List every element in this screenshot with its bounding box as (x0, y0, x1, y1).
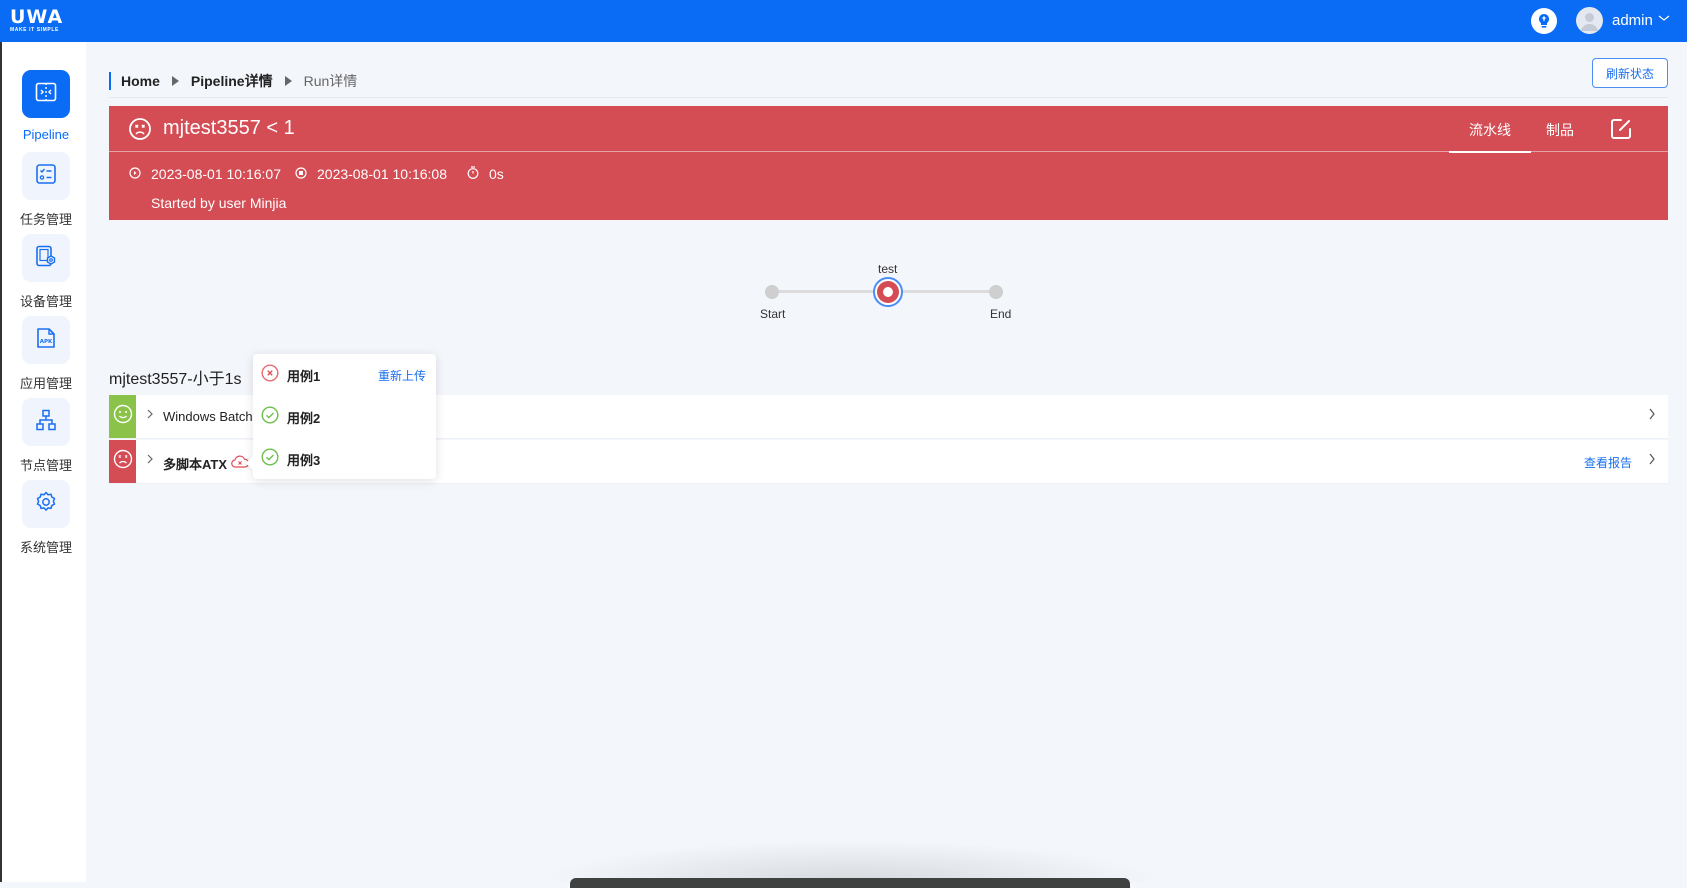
play-circle-icon (129, 166, 141, 182)
error-circle-icon (261, 363, 279, 387)
job-name: Windows Batch (163, 409, 253, 424)
sidebar-item-pipeline[interactable]: Pipeline (16, 70, 76, 142)
sidebar-item-label: 应用管理 (19, 376, 72, 391)
run-header: mjtest3557 < 1 流水线 制品 2023-08-01 10:16:0… (109, 106, 1668, 220)
sidebar-item-label: 节点管理 (19, 458, 72, 473)
case-name: 用例3 (287, 452, 321, 468)
started-by: Started by user Minjia (151, 195, 287, 211)
nav-tile: APK (22, 316, 70, 364)
tab-artifacts[interactable]: 制品 (1546, 120, 1574, 140)
sidebar-item-label: 系统管理 (19, 540, 72, 555)
stage-title: mjtest3557-小于1s (109, 371, 242, 388)
tab-pipeline[interactable]: 流水线 (1449, 120, 1531, 153)
chevron-right-icon[interactable] (1648, 407, 1656, 424)
reupload-link[interactable]: 重新上传 (378, 367, 426, 384)
start-time: 2023-08-01 10:16:07 (151, 166, 281, 182)
check-circle-icon (261, 447, 279, 471)
job-status-failed (109, 440, 136, 483)
sidebar-item-label: 设备管理 (19, 294, 72, 309)
breadcrumb-pipeline-detail[interactable]: Pipeline详情 (191, 71, 273, 91)
breadcrumb-home[interactable]: Home (121, 73, 160, 89)
refresh-status-button[interactable]: 刷新状态 (1592, 58, 1668, 88)
uwa-logo[interactable]: UWA MAKE IT SIMPLE (10, 6, 70, 34)
node-label-test: test (878, 262, 898, 276)
sidebar-item-label: 任务管理 (19, 212, 72, 227)
pipeline-graph: Start test End (760, 258, 1012, 328)
nav-tile (22, 152, 70, 200)
sad-face-icon (113, 449, 133, 474)
logo-text: UWA (10, 6, 64, 28)
nav-tile (22, 398, 70, 446)
sidebar-item-apps[interactable]: APK 应用管理 (16, 316, 76, 392)
node-label-end: End (990, 307, 1012, 321)
sidebar-item-label: Pipeline (22, 127, 70, 142)
duration: 0s (489, 166, 504, 182)
run-title: mjtest3557 < 1 (163, 117, 295, 139)
case-name: 用例1 (287, 368, 321, 384)
nav-tile (22, 234, 70, 282)
breadcrumb-run-detail: Run详情 (303, 73, 358, 89)
pipeline-icon (34, 80, 58, 109)
case-item[interactable]: 用例2 (261, 405, 426, 429)
sidebar-item-system[interactable]: 系统管理 (16, 480, 76, 556)
breadcrumb: Home Pipeline详情 Run详情 (109, 72, 357, 90)
device-settings-icon (34, 244, 58, 273)
sidebar-item-tasks[interactable]: 任务管理 (16, 152, 76, 228)
end-time: 2023-08-01 10:16:08 (317, 166, 447, 182)
stopwatch-icon (467, 166, 479, 182)
edit-icon[interactable] (1609, 117, 1633, 146)
failed-stage-indicator (877, 281, 899, 303)
smile-face-icon (113, 404, 133, 429)
run-meta: 2023-08-01 10:16:07 2023-08-01 10:16:08 … (129, 166, 518, 182)
stage-core (883, 287, 893, 297)
task-list-icon (34, 162, 58, 191)
node-label-start: Start (760, 307, 786, 321)
view-report-link[interactable]: 查看报告 (1584, 454, 1632, 471)
case-item[interactable]: 用例1 重新上传 (261, 363, 426, 387)
chevron-right-icon[interactable] (146, 408, 154, 423)
apk-file-icon: APK (34, 326, 58, 355)
test-cases-popover: 用例1 重新上传 用例2 用例3 (253, 354, 436, 479)
check-circle-icon (261, 405, 279, 429)
node-end[interactable] (989, 285, 1003, 299)
divider (109, 97, 1668, 98)
case-name: 用例2 (287, 410, 321, 426)
svg-text:APK: APK (40, 339, 53, 345)
lightbulb-icon[interactable] (1531, 8, 1557, 34)
run-title-bar: mjtest3557 < 1 流水线 制品 (109, 106, 1668, 153)
chevron-right-icon[interactable] (1648, 452, 1656, 469)
nav-tile (22, 70, 70, 118)
chevron-down-icon[interactable] (1658, 12, 1670, 26)
sad-face-icon (128, 117, 152, 146)
top-bar: UWA MAKE IT SIMPLE admin (0, 0, 1687, 42)
job-status-success (109, 395, 136, 438)
caret-right-icon (284, 76, 292, 86)
node-start[interactable] (765, 285, 779, 299)
sidebar: Pipeline 任务管理 设备管理 APK 应用管理 节点管理 系统管理 (0, 42, 86, 882)
gear-icon (34, 490, 58, 519)
avatar[interactable] (1576, 7, 1603, 34)
node-test[interactable] (873, 277, 903, 307)
dock-shadow (540, 840, 1160, 882)
nav-tile (22, 480, 70, 528)
sidebar-item-nodes[interactable]: 节点管理 (16, 398, 76, 474)
node-tree-icon (34, 408, 58, 437)
chevron-right-icon[interactable] (146, 453, 154, 468)
sidebar-item-devices[interactable]: 设备管理 (16, 234, 76, 310)
job-name: 多脚本ATX (163, 457, 228, 472)
system-dock[interactable] (570, 878, 1130, 888)
stop-circle-icon (295, 166, 307, 182)
caret-right-icon (171, 76, 179, 86)
user-name[interactable]: admin (1612, 12, 1653, 29)
case-item[interactable]: 用例3 (261, 447, 426, 471)
